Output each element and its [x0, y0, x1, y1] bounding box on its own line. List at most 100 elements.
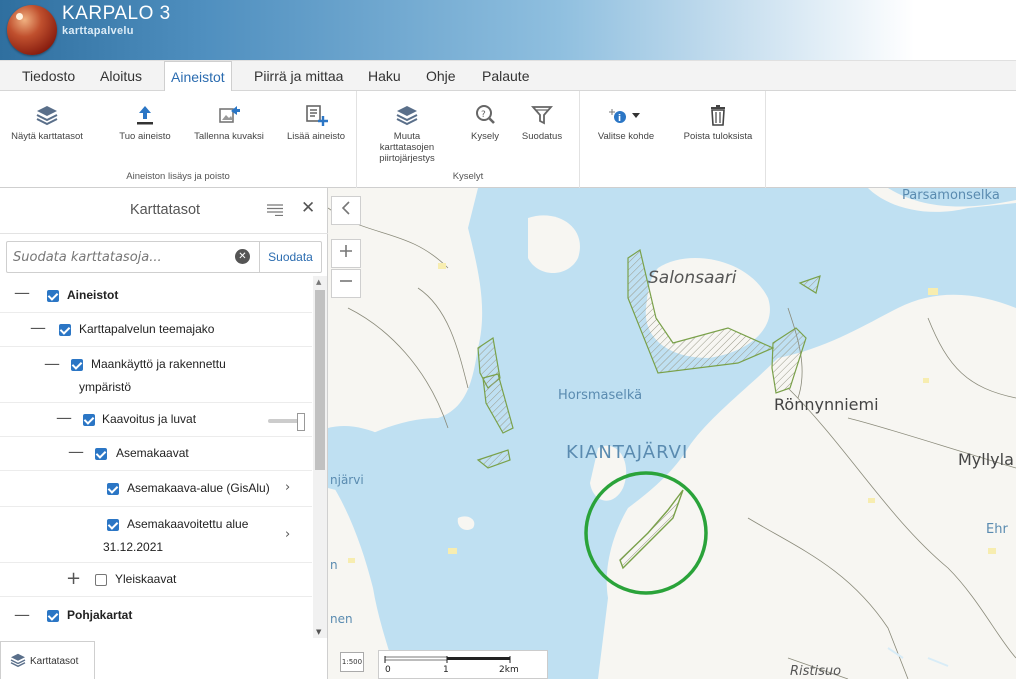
list-icon[interactable]: [267, 204, 283, 216]
scroll-up-icon[interactable]: ▲: [316, 278, 321, 286]
save-as-image-label: Tallenna kuvaksi: [194, 131, 264, 142]
scale-tick-2: 2km: [499, 665, 519, 675]
import-data-label: Tuo aineisto: [119, 131, 171, 142]
filter-tool-button[interactable]: Suodatus: [517, 103, 567, 142]
tree-label-teemajako: Karttapalvelun teemajako: [79, 322, 215, 336]
ribbon-group-aineiston-lisays: Näytä karttatasot Tuo aineisto Tallenna …: [0, 91, 357, 188]
scale-tick-0: 0: [385, 665, 391, 675]
scroll-down-icon[interactable]: ▼: [316, 628, 321, 636]
query-icon: ?: [476, 105, 495, 124]
chevron-right-icon[interactable]: ›: [285, 480, 290, 495]
add-layer-icon: [306, 105, 328, 126]
collapse-icon[interactable]: —: [30, 318, 46, 338]
zoom-in-button[interactable]: [331, 239, 361, 268]
map-view[interactable]: Salonsaari Horsmaselkä Rönnynniemi KIANT…: [328, 188, 1016, 679]
checkbox-asemakaavat[interactable]: [95, 448, 107, 460]
import-data-button[interactable]: Tuo aineisto: [113, 103, 177, 142]
app-window: { "app": { "title": "KARPALO 3", "subtit…: [0, 0, 1016, 679]
scale-denominator-button[interactable]: 1:500: [340, 652, 364, 672]
expand-icon[interactable]: +: [66, 569, 81, 589]
tree-node-aineistot[interactable]: — Aineistot: [0, 278, 312, 313]
scale-denominator: 1:500: [341, 658, 363, 666]
chevron-right-icon[interactable]: ›: [285, 527, 290, 542]
select-info-icon: i: [609, 109, 640, 124]
opacity-slider[interactable]: [268, 413, 305, 431]
map-label-kiantajarvi: KIANTAJÄRVI: [566, 442, 689, 463]
collapse-icon[interactable]: —: [14, 605, 30, 625]
funnel-icon: [531, 106, 553, 125]
bottom-tab-karttatasot[interactable]: Karttatasot: [0, 641, 95, 679]
filter-tool-label: Suodatus: [521, 131, 563, 142]
remove-results-label: Poista tuloksista: [683, 131, 753, 142]
tree-node-yleiskaavat[interactable]: + Yleiskaavat: [0, 563, 312, 597]
map-label-ronnynniemi: Rönnynniemi: [774, 395, 879, 414]
tree-node-asemakaavat[interactable]: — Asemakaavat: [0, 437, 312, 471]
add-data-button[interactable]: Lisää aineisto: [282, 103, 350, 142]
map-canvas: [328, 188, 1016, 679]
collapse-icon[interactable]: —: [44, 354, 60, 374]
ribbon-toolbar: Näytä karttatasot Tuo aineisto Tallenna …: [0, 91, 1016, 188]
app-title: KARPALO 3: [62, 3, 171, 24]
tree-label-kaavoitus: Kaavoitus ja luvat: [102, 412, 197, 426]
checkbox-kaavoitus[interactable]: [83, 414, 95, 426]
layer-tree-scrollbar[interactable]: ▲ ▼: [313, 276, 327, 638]
map-label-njarvi: njärvi: [330, 473, 364, 487]
checkbox-maankaytto[interactable]: [71, 359, 83, 371]
layer-order-label-1: Muuta: [393, 131, 421, 142]
layer-order-button[interactable]: Muuta karttatasojen piirtojärjestys: [369, 103, 445, 164]
app-header: KARPALO 3 karttapalvelu: [0, 0, 1016, 60]
checkbox-yleiskaavat[interactable]: [95, 574, 107, 586]
menu-aloitus[interactable]: Aloitus: [94, 61, 148, 92]
query-button[interactable]: ? Kysely: [467, 103, 503, 142]
save-as-image-button[interactable]: Tallenna kuvaksi: [187, 103, 271, 142]
tree-node-kaavoitus[interactable]: — Kaavoitus ja luvat: [0, 403, 312, 437]
checkbox-asemakaava-alue[interactable]: [107, 483, 119, 495]
map-label-myllyla: Myllyla: [958, 450, 1014, 469]
collapse-icon[interactable]: —: [68, 442, 84, 462]
close-panel-icon[interactable]: ✕: [301, 198, 315, 218]
checkbox-aineistot[interactable]: [47, 290, 59, 302]
menu-haku[interactable]: Haku: [362, 61, 407, 92]
filter-submit-button[interactable]: Suodata: [259, 242, 321, 272]
tree-node-maankaytto[interactable]: — Maankäyttö ja rakennettu ympäristö: [0, 347, 312, 403]
tree-label-asemakaava-alue: Asemakaava-alue (GisAlu): [127, 481, 270, 495]
scrollbar-thumb[interactable]: [315, 290, 325, 470]
collapse-icon[interactable]: —: [14, 283, 30, 303]
checkbox-teemajako[interactable]: [59, 324, 71, 336]
checkbox-pohjakartat[interactable]: [47, 610, 59, 622]
zoom-out-button[interactable]: [331, 269, 361, 298]
menu-aineistot[interactable]: Aineistot: [164, 61, 232, 93]
menu-ohje[interactable]: Ohje: [420, 61, 462, 92]
show-layers-label: Näytä karttatasot: [11, 131, 83, 142]
layer-filter-input[interactable]: [7, 242, 259, 272]
collapse-panel-button[interactable]: [331, 196, 361, 225]
map-label-ristisuo: Ristisuo: [790, 664, 842, 679]
layer-order-label-3: piirtojärjestys: [379, 153, 435, 164]
ribbon-group1-label: Aineiston lisäys ja poisto: [126, 171, 230, 182]
show-layers-button[interactable]: Näytä karttatasot: [4, 103, 90, 142]
map-label-n: n: [330, 558, 338, 572]
collapse-icon[interactable]: —: [56, 408, 72, 428]
clear-filter-icon[interactable]: ✕: [235, 249, 250, 264]
trash-icon: [711, 105, 725, 126]
svg-text:?: ?: [481, 110, 486, 120]
tree-node-teemajako[interactable]: — Karttapalvelun teemajako: [0, 313, 312, 347]
menu-palaute[interactable]: Palaute: [476, 61, 535, 92]
tree-node-pohjakartat[interactable]: — Pohjakartat: [0, 597, 312, 633]
select-feature-label: Valitse kohde: [597, 131, 655, 142]
select-feature-button[interactable]: i Valitse kohde: [590, 103, 662, 142]
menu-piirra-ja-mittaa[interactable]: Piirrä ja mittaa: [248, 61, 349, 92]
remove-results-button[interactable]: Poista tuloksista: [678, 103, 758, 142]
map-label-horsmaselka: Horsmaselkä: [558, 388, 643, 403]
tree-node-asemakaavoitettu[interactable]: Asemakaavoitettu alue 31.12.2021 ›: [0, 507, 312, 563]
menu-tiedosto[interactable]: Tiedosto: [16, 61, 81, 92]
tree-node-asemakaava-alue[interactable]: Asemakaava-alue (GisAlu) ›: [0, 471, 312, 507]
save-image-icon: [219, 106, 240, 123]
bottom-tab-label: Karttatasot: [30, 656, 79, 667]
layer-tree: — Aineistot — Karttapalvelun teemajako —…: [0, 278, 312, 640]
query-label: Kysely: [471, 131, 499, 142]
layers-icon: [36, 106, 58, 126]
checkbox-asemakaavoitettu[interactable]: [107, 519, 119, 531]
map-label-nen: nen: [330, 612, 353, 626]
upload-icon: [137, 106, 153, 125]
